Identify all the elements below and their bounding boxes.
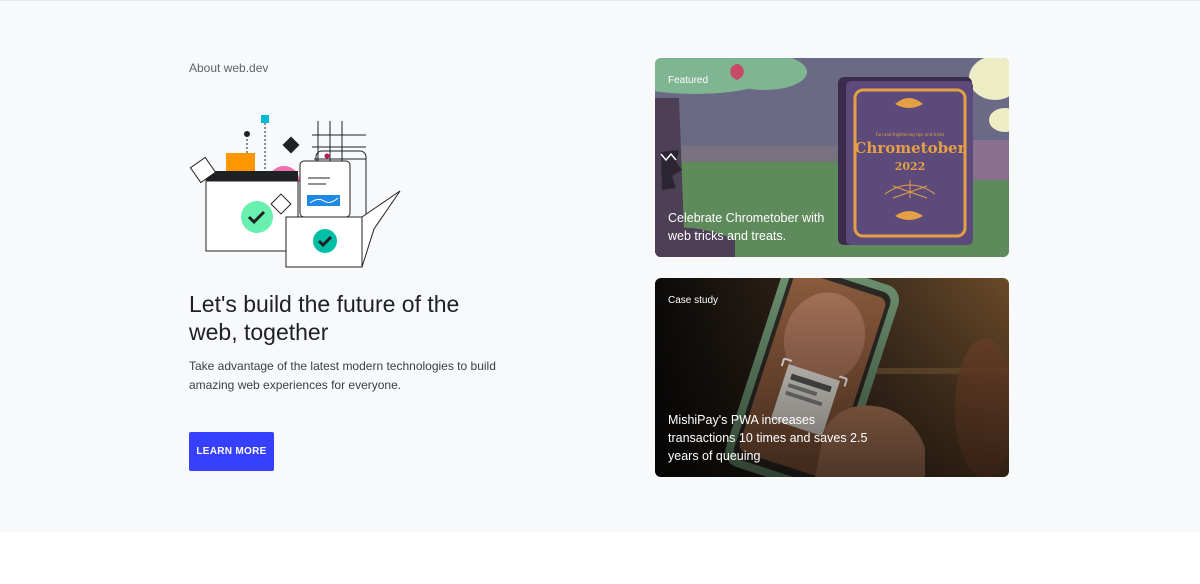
featured-card[interactable]: Fun and frightening tips and tricks Chro… [655,58,1009,257]
page-headline: Let's build the future of the web, toget… [189,291,460,345]
card-tag: Case study [668,295,719,306]
card-title[interactable]: Celebrate Chrometober with web tricks an… [668,209,848,245]
page-lede: Take advantage of the latest modern tech… [189,359,496,392]
case-study-card[interactable]: Case study MishiPay's PWA increases tran… [655,278,1009,477]
boxes-illustration [189,115,401,268]
section-eyebrow: About web.dev [189,61,269,75]
book-subtitle: Fun and frightening tips and tricks [876,132,945,137]
learn-more-button[interactable]: LEARN MORE [189,432,274,471]
card-tag: Featured [668,75,709,86]
card-title[interactable]: MishiPay's PWA increases transactions 10… [668,411,868,465]
hero-section: About web.dev Let's build the future of … [0,0,1200,532]
book-year: 2022 [895,160,926,173]
book-title: Chrometober [854,139,966,157]
